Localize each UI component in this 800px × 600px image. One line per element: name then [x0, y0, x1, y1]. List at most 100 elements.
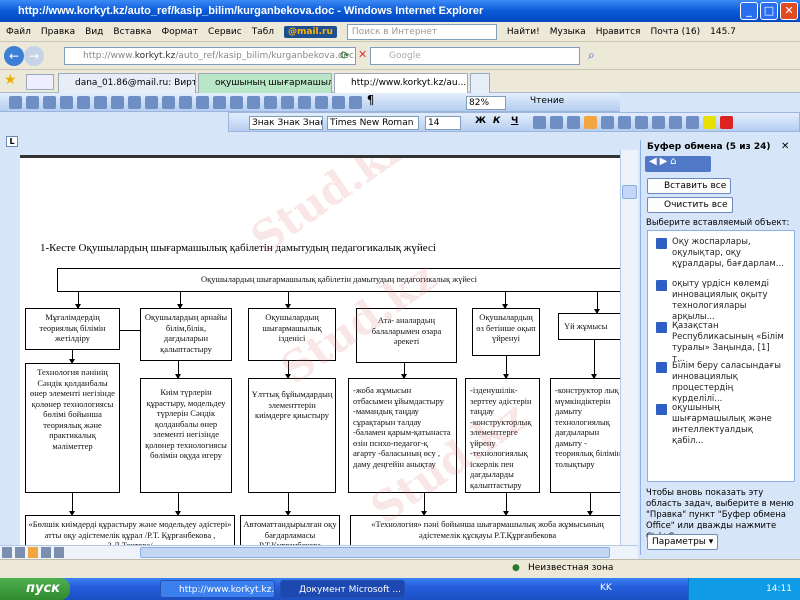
normal-view-icon[interactable] [2, 547, 12, 558]
decrease-indent-icon[interactable] [652, 116, 665, 129]
mail-button[interactable]: Почта (16) [650, 27, 700, 37]
row4-box: «Технология» пәні бойынша шығармашылық ж… [350, 515, 620, 545]
scroll-thumb[interactable] [622, 185, 637, 199]
document-page[interactable]: 1-Кесте Оқушылардың шығармашылық қабілет… [20, 155, 620, 545]
underline-button[interactable]: Ч [511, 116, 518, 126]
borders-icon[interactable] [686, 116, 699, 129]
pane-home-icon[interactable]: ⌂ [670, 156, 676, 167]
menu-format[interactable]: Формат [162, 27, 199, 37]
preview-icon[interactable] [93, 96, 107, 109]
cut-icon[interactable] [144, 96, 158, 109]
font-color-icon[interactable] [720, 116, 733, 129]
like-button[interactable]: Нравится [596, 27, 641, 37]
tab-search[interactable]: оқушының шығармашылық... [198, 73, 332, 93]
reading-view-icon[interactable] [54, 547, 64, 558]
hyperlink-icon[interactable] [246, 96, 260, 109]
menu-file[interactable]: Файл [6, 27, 31, 37]
numbering-icon[interactable] [618, 116, 631, 129]
excel-icon[interactable] [297, 96, 311, 109]
tab-mail[interactable]: dana_01.86@mail.ru: Вирту... [58, 73, 196, 93]
mail-search-input[interactable]: Поиск в Интернет [346, 23, 497, 40]
pane-close-icon[interactable]: ✕ [781, 141, 789, 152]
align-right-icon[interactable] [567, 116, 580, 129]
vertical-scrollbar[interactable] [620, 150, 638, 545]
paste-icon[interactable] [178, 96, 192, 109]
align-left-icon[interactable] [533, 116, 546, 129]
clipboard-item[interactable]: оқыту үрдісн көлемді инновациялық оқыту … [656, 279, 784, 323]
pane-forward-icon[interactable]: ▶ [660, 156, 668, 167]
format-painter-icon[interactable] [195, 96, 209, 109]
bullets-icon[interactable] [635, 116, 648, 129]
search-icon[interactable]: ⌕ [588, 48, 595, 63]
address-input[interactable]: http://www.korkyt.kz/auto_ref/kasip_bili… [64, 47, 356, 65]
google-search-input[interactable]: Google [370, 47, 580, 65]
reading-button[interactable]: Чтение [530, 96, 564, 106]
align-center-icon[interactable] [550, 116, 563, 129]
new-tab-button[interactable] [470, 73, 490, 93]
show-marks-icon[interactable]: ¶ [367, 93, 375, 107]
clear-all-button[interactable]: Очистить все [647, 197, 733, 213]
increase-indent-icon[interactable] [669, 116, 682, 129]
permission-icon[interactable] [59, 96, 73, 109]
columns-icon[interactable] [314, 96, 328, 109]
zoom-combo[interactable]: 82% [466, 96, 506, 110]
undo-icon[interactable] [212, 96, 226, 109]
close-button[interactable]: ✕ [780, 2, 798, 20]
style-combo[interactable]: Знак Знак Знак [249, 116, 323, 130]
outline-view-icon[interactable] [41, 547, 51, 558]
forward-button[interactable]: → [24, 46, 44, 66]
find-button[interactable]: Найти! [507, 27, 540, 37]
clipboard-item[interactable]: Оқу жоспарлары, оқулықтар, оқу құралдары… [656, 237, 784, 270]
clipboard-item[interactable]: оқушының шығармашылық және интеллектуалд… [656, 403, 784, 447]
doc-map-icon[interactable] [348, 96, 362, 109]
start-button[interactable]: пуск [0, 578, 70, 600]
task-word[interactable]: Документ Microsoft ... [280, 580, 405, 598]
menu-view[interactable]: Вид [85, 27, 103, 37]
hscroll-thumb[interactable] [140, 547, 610, 558]
stop-icon[interactable]: ✕ [358, 48, 367, 61]
options-button[interactable]: Параметры ▾ [647, 534, 719, 550]
print-view-icon[interactable] [28, 547, 38, 558]
mailru-logo[interactable]: @mail.ru [284, 25, 337, 38]
highlight-icon[interactable] [703, 116, 716, 129]
pane-back-icon[interactable]: ◀ [645, 156, 657, 167]
redo-icon[interactable] [229, 96, 243, 109]
menu-table[interactable]: Табл [252, 27, 274, 37]
language-indicator[interactable]: KK [600, 583, 612, 593]
task-ie[interactable]: http://www.korkyt.kz... [160, 580, 275, 598]
menu-edit[interactable]: Правка [41, 27, 75, 37]
music-button[interactable]: Музыка [550, 27, 586, 37]
bold-button[interactable]: Ж [475, 116, 486, 126]
menu-insert[interactable]: Вставка [113, 27, 151, 37]
web-view-icon[interactable] [15, 547, 25, 558]
line-spacing-icon[interactable] [601, 116, 614, 129]
menu-tools[interactable]: Сервис [208, 27, 242, 37]
maximize-button[interactable]: □ [760, 2, 778, 20]
back-button[interactable]: ← [4, 46, 24, 66]
copy-icon[interactable] [161, 96, 175, 109]
balance: 145.7 [710, 26, 736, 37]
tab-stop-selector[interactable]: L [6, 136, 18, 147]
quick-tabs-button[interactable] [26, 74, 54, 90]
justify-icon[interactable] [584, 116, 597, 129]
font-combo[interactable]: Times New Roman [327, 116, 419, 130]
tables-icon[interactable] [263, 96, 277, 109]
save-icon[interactable] [42, 96, 56, 109]
refresh-icon[interactable]: ⟳ [340, 49, 349, 62]
print-icon[interactable] [76, 96, 90, 109]
minimize-button[interactable]: _ [740, 2, 758, 20]
paste-all-button[interactable]: Вставить все [647, 178, 732, 194]
new-icon[interactable] [8, 96, 22, 109]
research-icon[interactable] [127, 96, 141, 109]
open-icon[interactable] [25, 96, 39, 109]
spelling-icon[interactable] [110, 96, 124, 109]
size-combo[interactable]: 14 [425, 116, 461, 130]
horizontal-scrollbar[interactable] [0, 545, 638, 559]
italic-button[interactable]: К [493, 116, 500, 126]
insert-table-icon[interactable] [280, 96, 294, 109]
clipboard-item[interactable]: Қазақстан Республикасының «Білім туралы»… [656, 321, 784, 365]
tab-korkyt[interactable]: http://www.korkyt.kz/au... [334, 73, 468, 93]
clipboard-item[interactable]: Білім беру саласындағы инновациялық проц… [656, 361, 784, 405]
favorites-star-icon[interactable]: ★ [4, 72, 17, 88]
drawing-icon[interactable] [331, 96, 345, 109]
